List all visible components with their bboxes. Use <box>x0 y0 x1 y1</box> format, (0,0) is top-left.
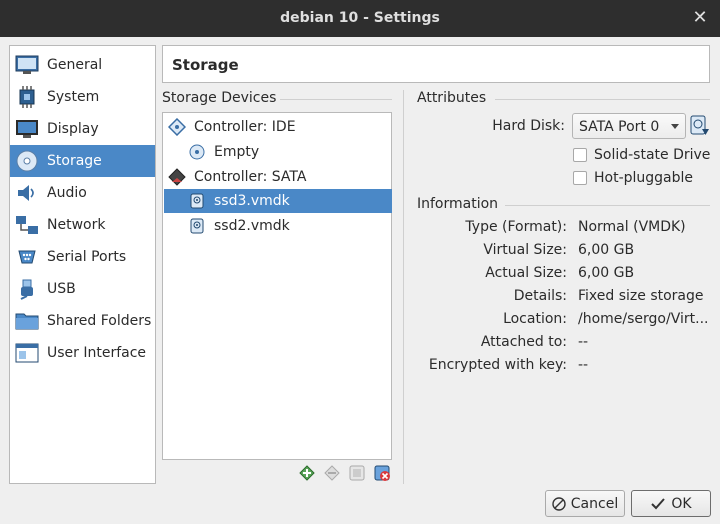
tree-row-label: ssd2.vmdk <box>214 218 290 234</box>
information-title: Information <box>417 196 499 212</box>
optical-disc-icon <box>188 143 206 161</box>
window-icon <box>14 341 40 365</box>
settings-sidebar: General System Display Storage Audio Net… <box>9 45 156 484</box>
info-value-attached-to: -- <box>578 334 589 350</box>
chevron-down-icon <box>671 124 679 129</box>
checkbox-box <box>573 148 587 162</box>
monitor-icon <box>14 117 40 141</box>
hard-disk-icon <box>188 192 206 210</box>
network-icon <box>14 213 40 237</box>
sidebar-item-label: Display <box>47 121 99 137</box>
section-divider <box>505 205 710 206</box>
folder-icon <box>14 309 40 333</box>
page-title: Storage <box>172 56 239 74</box>
info-value-encrypted: -- <box>578 357 589 373</box>
info-value-type: Normal (VMDK) <box>578 219 686 235</box>
general-icon <box>14 53 40 77</box>
info-label-actual-size: Actual Size: <box>485 265 567 281</box>
solid-state-label: Solid-state Drive <box>594 147 711 163</box>
info-label-encrypted: Encrypted with key: <box>428 357 567 373</box>
ok-button-label: OK <box>671 495 692 512</box>
sidebar-item-label: Shared Folders <box>47 313 152 329</box>
cancel-button-label: Cancel <box>570 495 619 512</box>
sidebar-item-storage[interactable]: Storage <box>10 145 155 177</box>
sidebar-item-shared-folders[interactable]: Shared Folders <box>10 305 155 337</box>
section-divider <box>280 99 392 100</box>
solid-state-checkbox[interactable]: Solid-state Drive <box>573 147 710 163</box>
hard-disk-icon <box>188 217 206 235</box>
sidebar-item-label: User Interface <box>47 345 147 361</box>
sidebar-item-general[interactable]: General <box>10 49 155 81</box>
storage-disc-icon <box>14 149 40 173</box>
info-label-type: Type (Format): <box>465 219 567 235</box>
sidebar-item-user-interface[interactable]: User Interface <box>10 337 155 369</box>
tree-row-label: Controller: IDE <box>194 119 296 135</box>
info-label-details: Details: <box>513 288 567 304</box>
tree-row-ssd3[interactable]: ssd3.vmdk <box>164 189 392 213</box>
sidebar-item-display[interactable]: Display <box>10 113 155 145</box>
remove-attachment-icon[interactable] <box>322 463 341 482</box>
sidebar-item-label: USB <box>47 281 76 297</box>
sidebar-item-label: Network <box>47 217 106 233</box>
tree-row-label: Empty <box>214 144 260 160</box>
add-attachment-icon[interactable] <box>297 463 316 482</box>
sidebar-item-label: General <box>47 57 103 73</box>
storage-devices-title: Storage Devices <box>162 90 277 106</box>
sidebar-item-network[interactable]: Network <box>10 209 155 241</box>
panel-divider <box>403 90 404 484</box>
storage-tree: Controller: IDE Empty Controller: SATA s… <box>162 112 392 460</box>
info-value-details: Fixed size storage <box>578 288 704 304</box>
tree-row-controller-ide[interactable]: Controller: IDE <box>164 115 392 139</box>
remove-controller-icon[interactable] <box>372 463 391 482</box>
sata-controller-icon <box>168 168 186 186</box>
speaker-icon <box>14 181 40 205</box>
tree-row-empty-optical[interactable]: Empty <box>164 140 392 164</box>
sidebar-item-label: System <box>47 89 100 105</box>
hard-disk-label: Hard Disk: <box>492 118 565 134</box>
tree-row-label: Controller: SATA <box>194 169 307 185</box>
sidebar-item-label: Serial Ports <box>47 249 127 265</box>
sidebar-item-label: Audio <box>47 185 87 201</box>
tree-row-controller-sata[interactable]: Controller: SATA <box>164 165 392 189</box>
tree-row-ssd2[interactable]: ssd2.vmdk <box>164 214 392 238</box>
hot-pluggable-label: Hot-pluggable <box>594 170 694 186</box>
info-label-attached-to: Attached to: <box>480 334 567 350</box>
cancel-icon <box>552 496 566 511</box>
close-icon[interactable]: ✕ <box>690 8 710 28</box>
sidebar-item-serial-ports[interactable]: Serial Ports <box>10 241 155 273</box>
choose-disk-icon[interactable] <box>690 115 710 137</box>
sidebar-item-audio[interactable]: Audio <box>10 177 155 209</box>
info-value-actual-size: 6,00 GB <box>578 265 635 281</box>
info-value-location: /home/sergo/Virt... <box>578 311 709 327</box>
checkmark-icon <box>650 497 666 511</box>
title-bar: debian 10 - Settings ✕ <box>0 0 720 37</box>
serial-port-icon <box>14 245 40 269</box>
section-divider <box>495 99 710 100</box>
chip-icon <box>14 85 40 109</box>
usb-icon <box>14 277 40 301</box>
checkbox-box <box>573 171 587 185</box>
storage-toolbar <box>297 463 391 482</box>
tree-row-label: ssd3.vmdk <box>214 193 290 209</box>
attributes-title: Attributes <box>417 90 487 106</box>
ide-controller-icon <box>168 118 186 136</box>
info-value-virtual-size: 6,00 GB <box>578 242 635 258</box>
hard-disk-select[interactable]: SATA Port 0 <box>572 113 686 139</box>
info-label-virtual-size: Virtual Size: <box>483 242 567 258</box>
sidebar-item-system[interactable]: System <box>10 81 155 113</box>
sidebar-item-label: Storage <box>47 153 102 169</box>
cancel-button[interactable]: Cancel <box>545 490 625 517</box>
hard-disk-select-value: SATA Port 0 <box>579 119 660 135</box>
info-label-location: Location: <box>503 311 567 327</box>
window-title: debian 10 - Settings <box>280 10 440 26</box>
hot-pluggable-checkbox[interactable]: Hot-pluggable <box>573 170 693 186</box>
page-header: Storage <box>162 45 710 83</box>
add-controller-icon[interactable] <box>347 463 366 482</box>
ok-button[interactable]: OK <box>631 490 711 517</box>
sidebar-item-usb[interactable]: USB <box>10 273 155 305</box>
